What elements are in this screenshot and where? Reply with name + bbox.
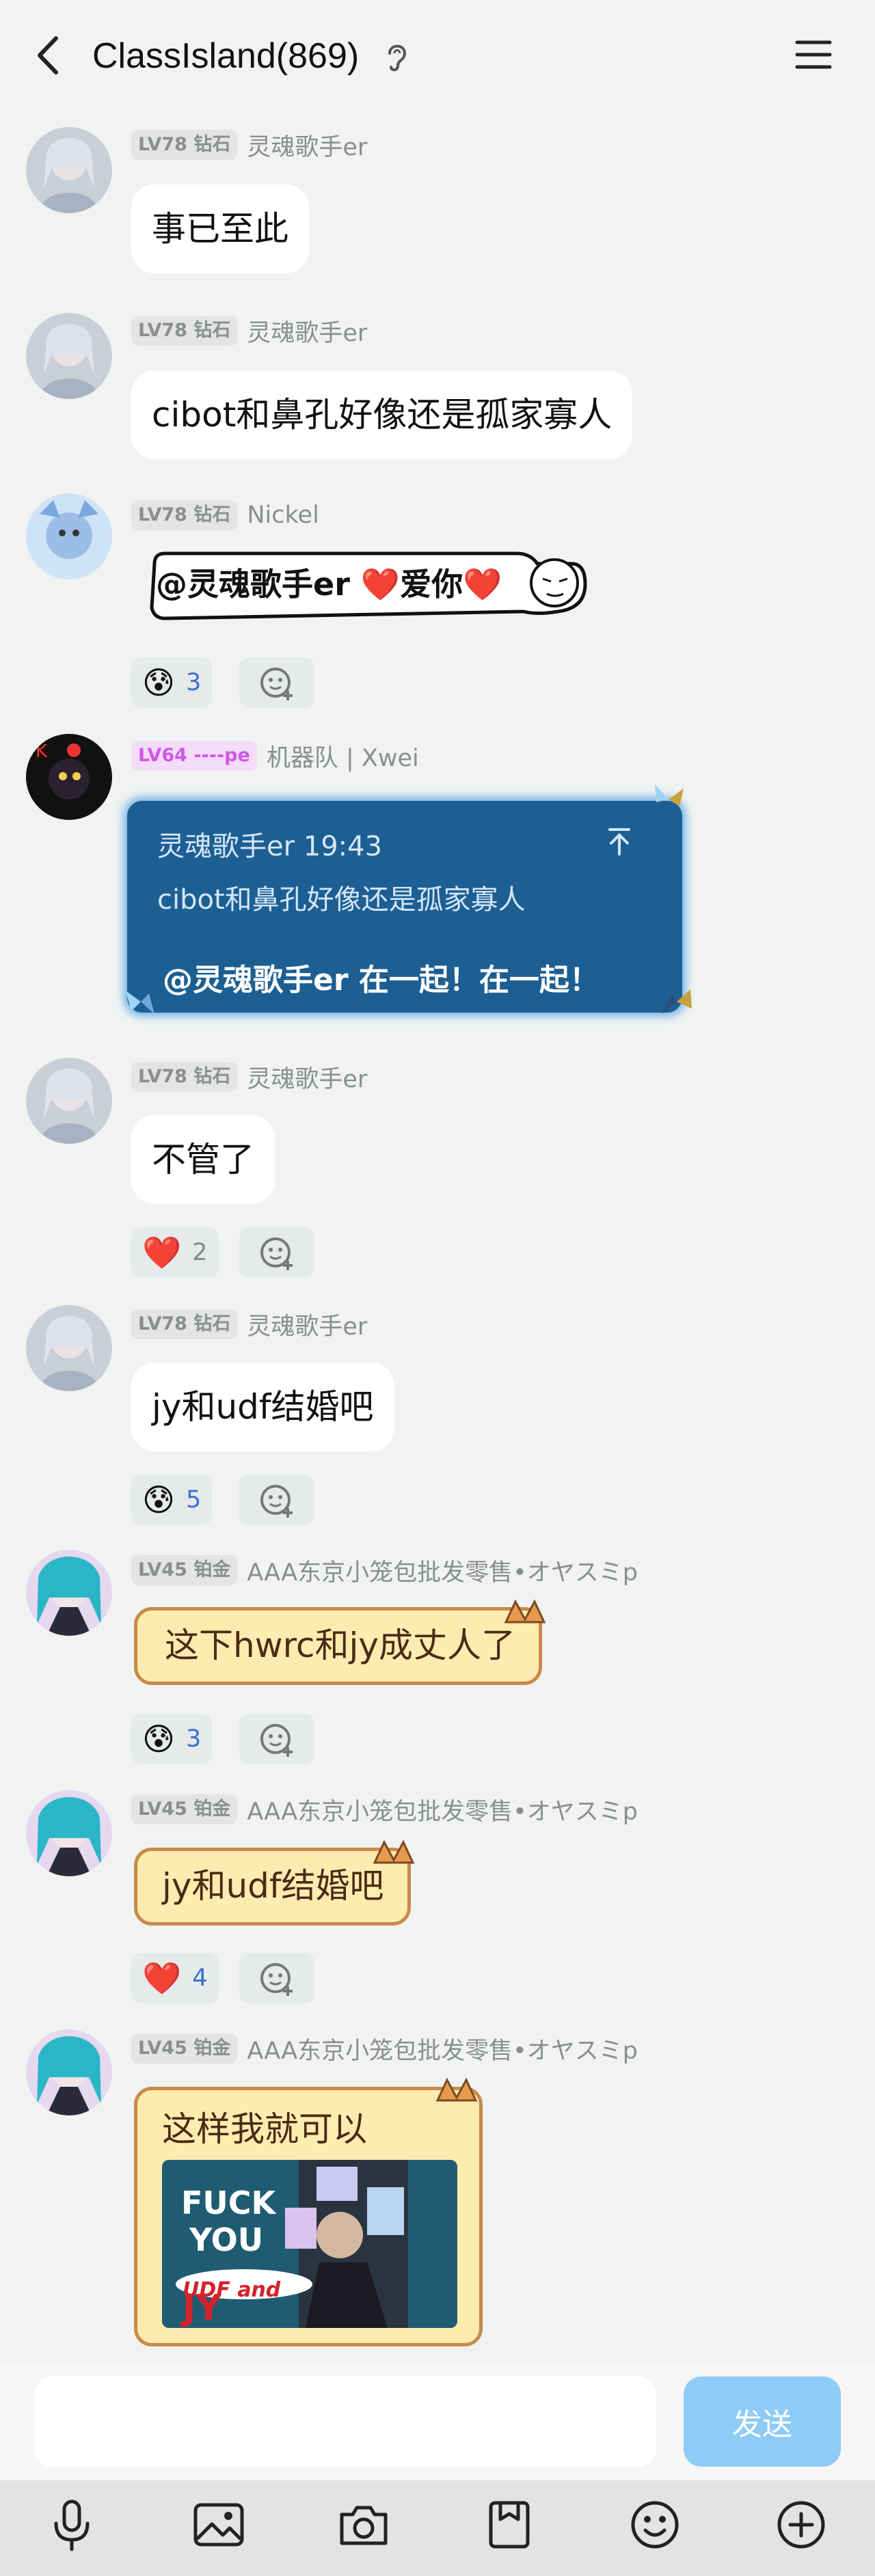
image-caption: FUCK xyxy=(181,2184,276,2221)
image-icon[interactable] xyxy=(185,2491,253,2559)
add-reaction-icon[interactable] xyxy=(239,1953,314,2003)
username[interactable]: AAA东京小笼包批发零售•オヤスミp xyxy=(247,2031,638,2066)
camera-icon[interactable] xyxy=(329,2491,398,2559)
quote-reply-card[interactable]: 灵魂歌手er 19:43 cibot和鼻孔好像还是孤家寡人 @灵魂歌手er 在一… xyxy=(127,801,682,1013)
message-meta: LV45 铂金 AAA东京小笼包批发零售•オヤスミp xyxy=(131,1552,638,1588)
send-button[interactable]: 发送 xyxy=(684,2376,841,2467)
level-badge: LV45 铂金 xyxy=(131,1555,238,1585)
reaction-chip[interactable]: ❤️ 4 xyxy=(131,1953,219,2003)
group-title[interactable]: ClassIsland(869) xyxy=(92,33,359,79)
message-text: 这样我就可以 xyxy=(162,2109,367,2149)
scared-emoji-icon: 😰 xyxy=(142,664,175,701)
username[interactable]: AAA东京小笼包批发零售•オヤスミp xyxy=(247,1553,638,1588)
avatar[interactable] xyxy=(26,313,112,399)
reaction-chip[interactable]: ❤️ 2 xyxy=(131,1227,219,1278)
butterfly-icon xyxy=(648,779,689,820)
avatar[interactable]: K xyxy=(26,734,112,820)
heart-icon: ❤️ xyxy=(360,566,401,603)
cat-message-bubble[interactable]: 这样我就可以 FUCK YOU UDF and JY xyxy=(134,2087,483,2346)
avatar[interactable] xyxy=(26,127,112,213)
svg-text:K: K xyxy=(36,741,48,762)
username[interactable]: 灵魂歌手er xyxy=(247,314,367,348)
reaction-count: 5 xyxy=(185,1486,202,1513)
reaction-chip[interactable]: 😰 3 xyxy=(131,1714,213,1764)
cat-ears-icon xyxy=(499,1596,554,1623)
level-badge: LV78 钻石 xyxy=(131,1309,238,1339)
ear-icon xyxy=(383,40,410,74)
scared-emoji-icon: 😰 xyxy=(142,1481,175,1518)
folder-icon[interactable] xyxy=(475,2491,543,2559)
message-bubble[interactable]: jy和udf结婚吧 xyxy=(131,1362,394,1451)
reaction-chip[interactable]: 😰 3 xyxy=(131,657,213,708)
message-meta: LV45 铂金 AAA东京小笼包批发零售•オヤスミp xyxy=(131,1792,638,1827)
cat-ears-icon xyxy=(368,1837,422,1864)
back-arrow-icon[interactable] xyxy=(27,31,68,79)
reaction-count: 3 xyxy=(185,669,202,696)
add-reaction-icon[interactable] xyxy=(239,1475,314,1525)
message-meta: LV78 钻石 灵魂歌手er xyxy=(131,313,367,348)
level-badge: LV78 钻石 xyxy=(131,1062,238,1092)
message-meta: LV78 钻石 灵魂歌手er xyxy=(131,127,367,163)
bottom-toolbar xyxy=(0,2480,875,2576)
menu-icon[interactable] xyxy=(793,34,834,75)
love-text: 爱你 xyxy=(400,566,463,603)
butterfly-icon xyxy=(656,981,697,1022)
message-meta: LV78 钻石 Nickel xyxy=(131,497,319,533)
message-meta: LV64 ----pe 机器队 | Xwei xyxy=(131,738,419,773)
avatar[interactable] xyxy=(26,493,112,579)
username[interactable]: 机器队 | Xwei xyxy=(267,739,419,773)
meme-image[interactable]: FUCK YOU UDF and JY xyxy=(162,2160,457,2328)
add-reaction-icon[interactable] xyxy=(239,1227,314,1278)
message-meta: LV45 铂金 AAA东京小笼包批发零售•オヤスミp xyxy=(131,2031,638,2066)
username[interactable]: AAA东京小笼包批发零售•オヤスミp xyxy=(247,1792,638,1827)
avatar[interactable] xyxy=(26,1058,112,1144)
level-badge: LV78 钻石 xyxy=(131,130,238,160)
heart-icon: ❤️ xyxy=(142,1234,182,1271)
avatar[interactable] xyxy=(26,1305,112,1391)
jump-to-quote-icon[interactable] xyxy=(606,824,633,858)
mic-icon[interactable] xyxy=(38,2491,106,2559)
add-reaction-icon[interactable] xyxy=(239,1714,314,1764)
message-bubble[interactable]: 不管了 xyxy=(131,1115,275,1204)
plus-icon[interactable] xyxy=(767,2491,835,2559)
level-badge: LV64 ----pe xyxy=(131,741,257,771)
emoji-icon[interactable] xyxy=(621,2491,689,2559)
message-meta: LV78 钻石 灵魂歌手er xyxy=(131,1059,367,1095)
cat-message-bubble[interactable]: 这下hwrc和jy成丈人了 xyxy=(134,1607,543,1685)
message-bubble[interactable]: cibot和鼻孔好像还是孤家寡人 xyxy=(131,370,633,459)
heart-icon: ❤️ xyxy=(142,1960,182,1997)
heart-icon: ❤️ xyxy=(463,566,502,603)
level-badge: LV45 铂金 xyxy=(131,2033,238,2064)
image-caption: JY xyxy=(183,2288,222,2328)
scared-emoji-icon: 😰 xyxy=(142,1721,175,1757)
level-badge: LV78 钻石 xyxy=(131,316,238,346)
quote-author-time: 灵魂歌手er 19:43 xyxy=(157,831,383,862)
reaction-chip[interactable]: 😰 5 xyxy=(131,1475,213,1525)
username[interactable]: 灵魂歌手er xyxy=(247,1307,367,1342)
level-badge: LV78 钻石 xyxy=(131,500,238,530)
reaction-count: 2 xyxy=(192,1239,208,1266)
username[interactable]: Nickel xyxy=(247,502,319,529)
message-meta: LV78 钻石 灵魂歌手er xyxy=(131,1306,367,1342)
quote-text: cibot和鼻孔好像还是孤家寡人 xyxy=(157,884,526,916)
username[interactable]: 灵魂歌手er xyxy=(247,128,367,163)
reaction-count: 3 xyxy=(185,1725,202,1753)
reply-text: @灵魂歌手er 在一起！在一起！ xyxy=(163,963,600,998)
level-badge: LV45 铂金 xyxy=(131,1794,238,1824)
message-input[interactable] xyxy=(34,2376,656,2467)
add-reaction-icon[interactable] xyxy=(239,657,314,708)
butterfly-icon xyxy=(120,981,161,1022)
username[interactable]: 灵魂歌手er xyxy=(247,1060,367,1095)
sticker-bubble[interactable]: @灵魂歌手er ❤️爱你❤️ xyxy=(134,543,588,632)
message-bubble[interactable]: 事已至此 xyxy=(131,184,309,273)
cat-ears-icon xyxy=(431,2074,485,2102)
avatar[interactable] xyxy=(26,1550,112,1636)
reaction-count: 4 xyxy=(192,1964,208,1992)
avatar[interactable] xyxy=(26,2029,112,2115)
avatar[interactable] xyxy=(26,1790,112,1876)
mention[interactable]: @灵魂歌手er xyxy=(156,566,350,603)
image-caption: YOU xyxy=(189,2221,264,2258)
